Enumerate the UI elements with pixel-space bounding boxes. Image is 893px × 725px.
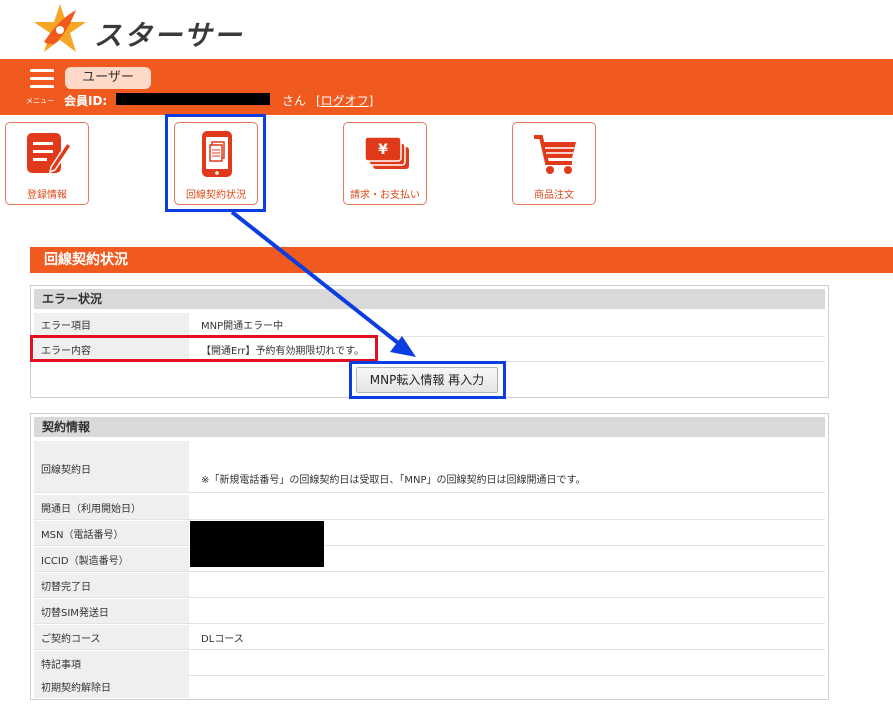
hamburger-icon-bar (30, 85, 54, 88)
brand-logo[interactable]: スターサービス (30, 2, 270, 92)
user-role-badge: ユーザー (65, 67, 151, 89)
logoff-link[interactable]: [ログオフ] (316, 92, 373, 109)
header-bar: メニュー ユーザー 会員ID: さん [ログオフ] (0, 59, 893, 115)
member-id-label: 会員ID: (64, 94, 108, 108)
registration-edit-icon (27, 133, 71, 174)
member-suffix: さん (282, 94, 307, 108)
menu-button[interactable]: メニュー (26, 69, 58, 107)
highlight-box-error-content (30, 335, 378, 362)
row-label: 初期契約解除日 (34, 675, 189, 698)
nav-tile-product-order[interactable]: 商品注文 (512, 122, 596, 205)
yen-bills-icon: ¥ (364, 136, 409, 169)
row-value (191, 495, 825, 519)
row-label: 開通日（利用開始日） (34, 495, 189, 519)
row-label: 回線契約日 (34, 441, 189, 492)
table-row: 特記事項 (34, 651, 825, 676)
row-label: ICCID（製造番号） (34, 547, 189, 571)
row-value: ※「新規電話番号」の回線契約日は受取日、「MNP」の回線契約日は回線開通日です。 (201, 475, 586, 486)
row-label: MSN（電話番号） (34, 521, 189, 545)
contract-box-title: 契約情報 (34, 417, 825, 437)
hamburger-icon (30, 69, 54, 72)
table-row: 初期契約解除日 (34, 675, 825, 698)
row-value (191, 651, 825, 675)
row-label: 切替完了日 (34, 573, 189, 597)
menu-label: メニュー (26, 97, 54, 105)
table-row: 切替SIM発送日 (34, 599, 825, 624)
table-row: 回線契約日 ※「新規電話番号」の回線契約日は受取日、「MNP」の回線契約日は回線… (34, 441, 825, 493)
row-value (191, 599, 825, 623)
member-id-redacted (116, 93, 270, 105)
shopping-cart-icon (534, 135, 576, 174)
nav-tile-billing[interactable]: ¥ 請求・お支払い (343, 122, 427, 205)
row-label: エラー項目 (34, 313, 189, 336)
row-value (191, 573, 825, 597)
nav-label: 登録情報 (27, 190, 67, 201)
redacted-msn-iccid (190, 521, 324, 567)
star-fox-logo-icon (34, 4, 86, 52)
nav-tile-registration[interactable]: 登録情報 (5, 122, 89, 205)
row-value: MNP開通エラー中 (201, 321, 284, 332)
highlight-box-nav (165, 114, 266, 212)
svg-text:¥: ¥ (378, 142, 388, 158)
highlight-box-button (349, 361, 506, 399)
section-title: 回線契約状況 (30, 247, 893, 273)
row-label: ご契約コース (34, 625, 189, 649)
nav-label: 商品注文 (534, 190, 574, 201)
table-row: エラー項目 MNP開通エラー中 (34, 313, 825, 337)
table-row: 切替完了日 (34, 573, 825, 598)
row-label: 特記事項 (34, 651, 189, 675)
nav-label: 請求・お支払い (350, 190, 420, 201)
error-box-title: エラー状況 (34, 289, 825, 309)
table-row: ご契約コース DLコース (34, 625, 825, 650)
table-row: ICCID（製造番号） (34, 547, 825, 572)
row-value: DLコース (201, 633, 244, 645)
hamburger-icon-bar (30, 77, 54, 80)
row-label: 切替SIM発送日 (34, 599, 189, 623)
table-row: 開通日（利用開始日） (34, 495, 825, 520)
contract-info-box: 契約情報 回線契約日 ※「新規電話番号」の回線契約日は受取日、「MNP」の回線契… (30, 413, 829, 700)
table-row: MSN（電話番号） (34, 521, 825, 546)
row-value (191, 675, 825, 698)
